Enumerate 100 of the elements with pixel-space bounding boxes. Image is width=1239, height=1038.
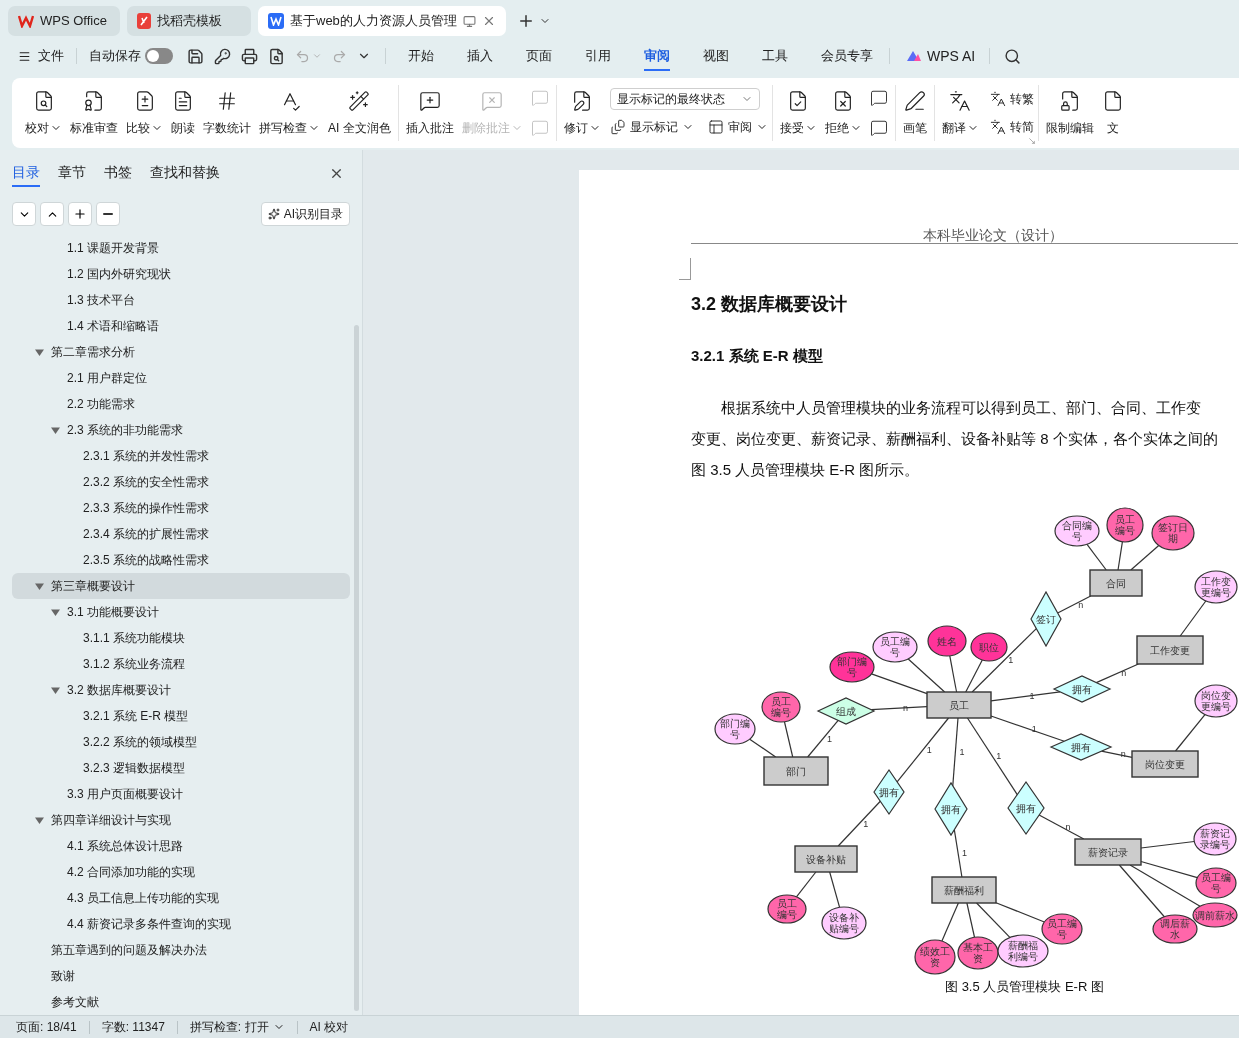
- ribbon-button[interactable]: 朗读: [168, 85, 198, 141]
- expand-triangle-icon[interactable]: [35, 815, 44, 825]
- status-item[interactable]: 拼写检查: 打开: [189, 1018, 285, 1036]
- ribbon-small-button[interactable]: 转繁: [989, 88, 1034, 110]
- toc-item[interactable]: 2.2 功能需求: [12, 391, 350, 417]
- toc-item[interactable]: 3.2.1 系统 E-R 模型: [12, 703, 350, 729]
- connector-line: [795, 871, 817, 898]
- toc-item[interactable]: 2.3.1 系统的并发性需求: [12, 443, 350, 469]
- menu-icon: [18, 49, 31, 63]
- expand-triangle-icon[interactable]: [51, 685, 60, 695]
- cardinality-label: 1: [962, 848, 968, 859]
- remove-heading-button[interactable]: [96, 202, 120, 227]
- toc-item[interactable]: 4.1 系统总体设计思路: [12, 833, 350, 859]
- sidebar-tab[interactable]: 目录: [12, 160, 40, 187]
- printer-icon[interactable]: [241, 47, 258, 65]
- expand-triangle-icon[interactable]: [51, 607, 60, 617]
- toc-item[interactable]: 2.3.4 系统的扩展性需求: [12, 521, 350, 547]
- ribbon-button[interactable]: 拼写检查: [256, 85, 323, 141]
- ribbon-button[interactable]: 修订: [560, 85, 604, 141]
- ribbon-button[interactable]: 拒绝: [821, 85, 865, 141]
- ribbon-tab[interactable]: 开始: [408, 41, 434, 71]
- ribbon-tab[interactable]: 视图: [703, 41, 729, 71]
- connector-line: [1038, 814, 1085, 840]
- cardinality-label: n: [1065, 822, 1071, 832]
- toc-item[interactable]: 3.2.3 逻辑数据模型: [12, 755, 350, 781]
- collapse-all-button[interactable]: [40, 202, 64, 227]
- ribbon-button[interactable]: 画笔: [899, 85, 930, 141]
- ribbon-tab[interactable]: 工具: [762, 41, 788, 71]
- ribbon-tab[interactable]: 审阅: [644, 41, 670, 71]
- ribbon-button[interactable]: 标准审查: [67, 85, 121, 141]
- file-menu-button[interactable]: 文件: [18, 46, 64, 66]
- toc-item[interactable]: 4.3 员工信息上传功能的实现: [12, 885, 350, 911]
- ribbon-tab[interactable]: 插入: [467, 41, 493, 71]
- toc-item[interactable]: 1.2 国内外研究现状: [12, 261, 350, 287]
- window-tab[interactable]: 基于web的人力资源人员管理: [258, 6, 506, 36]
- toc-item[interactable]: 4.4 薪资记录多条件查询的实现: [12, 911, 350, 937]
- cardinality-label: n: [1121, 668, 1127, 679]
- relationship-label: 拥有: [1071, 741, 1091, 753]
- window-tab[interactable]: WPS Office: [8, 6, 120, 36]
- expand-triangle-icon[interactable]: [35, 347, 44, 357]
- markup-dropdown[interactable]: 显示标记的最终状态: [609, 88, 760, 110]
- ribbon-button[interactable]: 接受: [776, 85, 820, 141]
- expand-triangle-icon[interactable]: [51, 425, 60, 435]
- cardinality-label: n: [1120, 749, 1126, 760]
- ribbon-small-button[interactable]: 转简: [989, 116, 1034, 138]
- expand-all-button[interactable]: [12, 202, 36, 227]
- toc-item[interactable]: 第五章遇到的问题及解决办法: [12, 937, 350, 963]
- search-icon[interactable]: [1004, 47, 1022, 65]
- toc-item[interactable]: 第三章概要设计: [12, 573, 350, 599]
- toc-item[interactable]: 第二章需求分析: [12, 339, 350, 365]
- toc-item[interactable]: 致谢: [12, 963, 350, 989]
- toc-item[interactable]: 1.3 技术平台: [12, 287, 350, 313]
- comment-plus-icon: [418, 89, 441, 112]
- toc-item[interactable]: 1.1 课题开发背景: [12, 235, 350, 261]
- toc-item[interactable]: 2.3.3 系统的操作性需求: [12, 495, 350, 521]
- print-preview-icon[interactable]: [268, 47, 285, 65]
- ribbon-button[interactable]: 文: [1098, 85, 1127, 141]
- attribute-label: 设备补贴编号: [829, 912, 859, 934]
- toc-item[interactable]: 3.3 用户页面概要设计: [12, 781, 350, 807]
- autosave-toggle[interactable]: [145, 48, 173, 64]
- ribbon-button[interactable]: 限制编辑: [1042, 85, 1097, 141]
- attribute-label: 员工编号: [880, 636, 910, 658]
- ribbon-button[interactable]: 校对: [22, 85, 65, 141]
- toc-item[interactable]: 2.3.2 系统的安全性需求: [12, 469, 350, 495]
- ribbon-tab[interactable]: 会员专享: [821, 41, 873, 71]
- toc-item[interactable]: 3.2.2 系统的领域模型: [12, 729, 350, 755]
- autosave-label: 自动保存: [89, 47, 141, 66]
- key-icon[interactable]: [214, 47, 231, 65]
- toc-item[interactable]: 第四章详细设计与实现: [12, 807, 350, 833]
- ribbon-tab[interactable]: 引用: [585, 41, 611, 71]
- toc-item[interactable]: 参考文献: [12, 989, 350, 1015]
- ribbon-button[interactable]: 翻译: [938, 85, 982, 141]
- expand-triangle-icon[interactable]: [35, 581, 44, 591]
- wps-ai-button[interactable]: WPS AI: [906, 45, 976, 67]
- add-heading-button[interactable]: [68, 202, 92, 227]
- toc-item[interactable]: 3.2 数据库概要设计: [12, 677, 350, 703]
- window-tab[interactable]: 找稻壳模板: [127, 6, 251, 36]
- ribbon-tab[interactable]: 页面: [526, 41, 552, 71]
- ribbon-small-button[interactable]: 显示标记: [609, 116, 694, 138]
- toc-item[interactable]: 3.1.1 系统功能模块: [12, 625, 350, 651]
- ai-toc-button[interactable]: AI识别目录: [260, 202, 350, 227]
- ribbon-small-button[interactable]: 审阅: [707, 116, 768, 138]
- sidebar-tab[interactable]: 书签: [104, 160, 132, 187]
- save-icon[interactable]: [187, 47, 204, 65]
- ribbon-button[interactable]: 比较: [123, 85, 166, 141]
- attribute-label: 薪资记录编号: [1200, 828, 1230, 850]
- sidebar-tab[interactable]: 查找和替换: [150, 160, 220, 187]
- toc-item[interactable]: 1.4 术语和缩略语: [12, 313, 350, 339]
- attribute-label: 职位: [979, 641, 999, 653]
- toc-item[interactable]: 3.1 功能概要设计: [12, 599, 350, 625]
- sidebar-tab[interactable]: 章节: [58, 160, 86, 187]
- toc-item[interactable]: 4.2 合同添加功能的实现: [12, 859, 350, 885]
- toc-item[interactable]: 2.1 用户群定位: [12, 365, 350, 391]
- toc-item[interactable]: 2.3 系统的非功能需求: [12, 417, 350, 443]
- scrollbar[interactable]: [354, 325, 359, 1011]
- ribbon-button[interactable]: AI 全文润色: [325, 85, 394, 141]
- ribbon-button[interactable]: 字数统计: [200, 85, 254, 141]
- toc-item[interactable]: 3.1.2 系统业务流程: [12, 651, 350, 677]
- ribbon-button[interactable]: 插入批注: [402, 85, 457, 141]
- toc-item[interactable]: 2.3.5 系统的战略性需求: [12, 547, 350, 573]
